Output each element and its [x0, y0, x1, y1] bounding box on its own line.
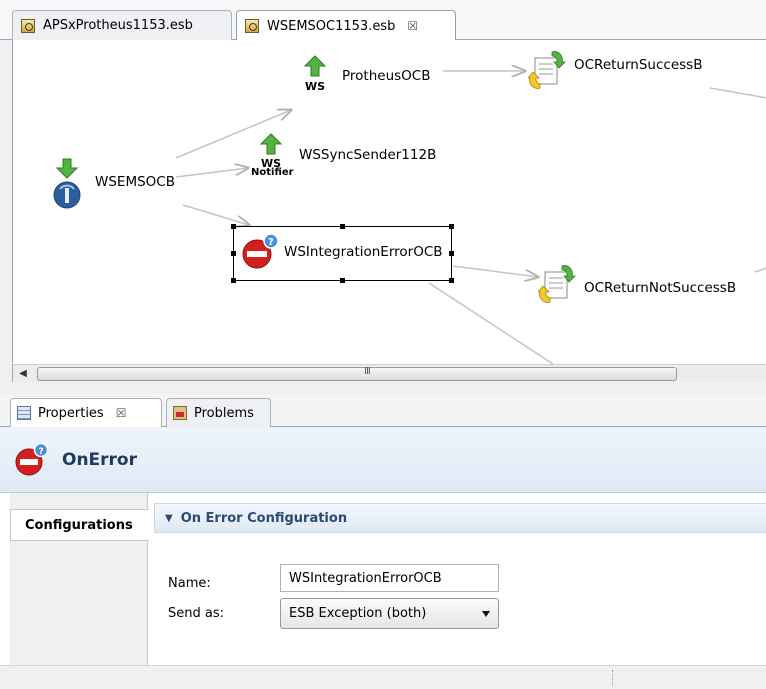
node-wsemsocb[interactable]	[51, 158, 85, 214]
horizontal-scrollbar[interactable]: ◀ III	[12, 364, 766, 382]
error-icon: ?	[242, 233, 279, 269]
esb-file-icon	[245, 19, 259, 33]
name-field[interactable]	[280, 564, 499, 592]
properties-icon	[17, 406, 31, 420]
edge-success-right	[709, 87, 766, 99]
node-label-integration-error[interactable]: WSIntegrationErrorOCB	[284, 244, 443, 260]
sendas-label: Send as:	[168, 606, 224, 621]
edge-wsemsocb-syncsender	[175, 168, 248, 178]
node-label-syncsender[interactable]: WSSyncSender112B	[299, 147, 436, 163]
node-integration-error[interactable]: ?	[241, 232, 283, 276]
expand-triangle-icon[interactable]: ▼	[165, 513, 173, 524]
properties-tab-bar: Properties ☒ Problems	[0, 394, 766, 427]
properties-title: OnError	[62, 450, 137, 470]
tab-label: Properties	[38, 405, 104, 421]
return-doc-icon	[537, 265, 576, 303]
properties-header: ? OnError	[0, 428, 766, 493]
svg-text:?: ?	[268, 237, 274, 248]
tab-problems[interactable]: Problems	[166, 398, 271, 427]
section-title: On Error Configuration	[180, 510, 348, 526]
svg-text:?: ?	[39, 447, 44, 457]
section-on-error-configuration[interactable]: ▼ On Error Configuration	[154, 503, 766, 533]
return-doc-icon	[527, 51, 566, 89]
status-separator	[612, 670, 613, 686]
node-syncsender[interactable]	[259, 132, 283, 160]
edge-notsuccess-right	[754, 267, 766, 273]
node-label-wsemsocb[interactable]: WSEMSOCB	[95, 174, 175, 190]
send-as-dropdown[interactable]: ESB Exception (both)	[280, 598, 499, 629]
edge-error-down	[428, 282, 554, 364]
close-icon[interactable]: ☒	[407, 19, 418, 33]
close-icon[interactable]: ☒	[116, 406, 127, 420]
name-label: Name:	[168, 576, 211, 591]
tab-apsxprotheus[interactable]: APSxProtheus1153.esb	[12, 10, 232, 40]
status-bar	[0, 665, 766, 689]
editor-tab-bar: APSxProtheus1153.esb WSEMSOC1153.esb ☒	[0, 0, 766, 41]
error-icon: ?	[15, 442, 49, 476]
send-as-value: ESB Exception (both)	[289, 606, 427, 621]
edge-wsemsocb-error	[182, 204, 249, 225]
service-start-icon	[53, 158, 81, 209]
scroll-thumb[interactable]: III	[37, 366, 677, 381]
tab-wsemsoc[interactable]: WSEMSOC1153.esb ☒	[236, 10, 456, 41]
tab-properties[interactable]: Properties ☒	[10, 398, 162, 427]
ws-notifier-icon	[259, 133, 283, 155]
problems-icon	[173, 406, 187, 420]
node-label-return-not-success[interactable]: OCReturnNotSuccessB	[584, 280, 736, 296]
node-label-return-success[interactable]: OCReturnSuccessB	[574, 57, 702, 73]
tab-label: APSxProtheus1153.esb	[43, 18, 193, 33]
tab-label: WSEMSOC1153.esb	[267, 18, 396, 34]
node-label-protheus[interactable]: ProtheusOCB	[342, 68, 430, 84]
properties-sidebar: Configurations	[10, 493, 149, 665]
esb-file-icon	[21, 18, 35, 33]
ws-send-icon	[303, 55, 327, 77]
scroll-grip: III	[364, 366, 371, 377]
connection-lines	[175, 40, 766, 364]
node-return-success[interactable]	[527, 50, 568, 94]
tab-label: Problems	[194, 405, 254, 421]
chevron-down-icon	[482, 611, 490, 617]
ws-badge: WS	[305, 80, 326, 93]
edge-error-notsuccess	[452, 265, 538, 277]
notifier-badge: Notifier	[251, 167, 294, 178]
flow-canvas[interactable]: WSEMSOCB WS ProtheusOCB WS Notifier WSSy…	[12, 40, 766, 364]
scroll-left-icon[interactable]: ◀	[15, 365, 31, 383]
sidebar-item-configurations[interactable]: Configurations	[10, 509, 149, 541]
node-return-not-success[interactable]	[537, 264, 578, 308]
node-protheus[interactable]	[303, 54, 327, 82]
